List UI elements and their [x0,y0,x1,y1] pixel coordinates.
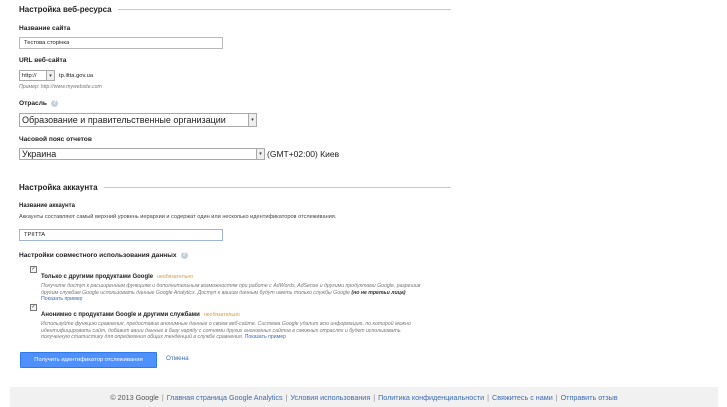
site-url-input[interactable]: tp.iltta.gov.ua [56,70,218,81]
sharing-option-anonymous[interactable]: ✓ Анонимно с продуктами Google и другими… [30,303,425,341]
section-divider [103,187,451,188]
account-name-value: TPIITTA [24,232,46,238]
option-text: Используйте функцию сравнения, предостав… [41,321,411,340]
footer-link-analytics-home[interactable]: Главная страница Google Analytics [167,393,283,402]
timezone-country-value: Украина [22,149,57,159]
chevron-down-icon: ▾ [248,114,256,126]
option-title: Анонимно с продуктами Google и другими с… [41,312,200,318]
help-icon[interactable]: ? [180,252,188,259]
checkbox-anonymous[interactable]: ✓ [30,304,37,311]
industry-label-text: Отрасль [19,100,47,107]
chevron-down-icon: ▾ [46,71,54,80]
protocol-select[interactable]: http:// ▾ [19,70,55,81]
data-sharing-label: Настройки совместного использования данн… [19,252,188,259]
timezone-country-select[interactable]: Украина ▾ [19,148,265,160]
footer-link-feedback[interactable]: Отправить отзыв [561,393,618,402]
protocol-value: http:// [22,72,37,79]
footer-separator: | [161,392,164,402]
site-name-label: Название сайта [19,25,71,32]
account-section-title: Настройка аккаунта [19,183,98,192]
data-sharing-title: Настройки совместного использования данн… [19,252,177,259]
option-title: Только с другими продуктами Google [41,274,154,280]
account-name-description: Аккаунты составляют самый верхний уровен… [19,214,337,220]
site-url-label: URL веб-сайта [19,57,67,64]
account-name-label: Название аккаунта [19,203,75,209]
site-name-input[interactable]: Тестова сторінка [19,37,223,49]
get-tracking-id-button[interactable]: Получить идентификатор отслеживания [20,352,157,368]
optional-tag: необязательно [157,274,194,280]
site-url-value: tp.iltta.gov.ua [59,72,94,79]
checkbox-google-products[interactable]: ✓ [30,266,37,273]
cancel-link[interactable]: Отмена [166,355,189,362]
help-icon[interactable]: ? [50,100,58,107]
option-description: Используйте функцию сравнения, предостав… [41,321,425,341]
footer-link-terms[interactable]: Условия использования [290,393,370,402]
footer-separator: | [373,392,376,402]
footer: © 2013 Google | Главная страница Google … [10,387,718,407]
site-name-value: Тестова сторінка [24,40,70,46]
website-section-title: Настройка веб-ресурса [19,5,112,14]
footer-link-contact[interactable]: Свяжитесь с нами [492,393,553,402]
sharing-option-google[interactable]: ✓ Только с другими продуктами Google необ… [30,265,425,303]
chevron-down-icon: ▾ [256,149,264,159]
website-section-heading: Настройка веб-ресурса [19,5,451,14]
sharing-option-anonymous-content: Анонимно с продуктами Google и другими с… [41,303,425,341]
account-name-input[interactable]: TPIITTA [19,229,223,241]
timezone-label: Часовой пояс отчетов [19,136,92,143]
footer-separator: | [285,392,288,402]
footer-separator: | [555,392,558,402]
account-section-heading: Настройка аккаунта [19,183,451,192]
footer-separator: | [487,392,490,402]
optional-tag: необязательно [203,312,240,318]
section-divider [117,9,451,10]
footer-link-privacy[interactable]: Политика конфиденциальности [378,393,484,402]
sharing-option-google-content: Только с другими продуктами Google необяз… [41,265,425,303]
timezone-zone-select[interactable]: (GMT+02:00) Киев [267,149,339,159]
show-example-link[interactable]: Показать пример [41,296,82,302]
industry-label: Отрасль ? [19,100,58,107]
option-text-tail: (но не третьи лица) [351,289,406,296]
industry-value: Образование и правительственные организа… [22,115,226,125]
footer-copyright: © 2013 Google [110,392,159,402]
option-description: Получите доступ к расширенным функциям и… [41,283,425,303]
timezone-zone-value: (GMT+02:00) Киев [267,149,340,159]
industry-select[interactable]: Образование и правительственные организа… [19,113,257,127]
site-url-example: Пример: http://www.mywebsite.com [19,84,102,90]
show-example-link[interactable]: Показать пример [245,334,286,340]
